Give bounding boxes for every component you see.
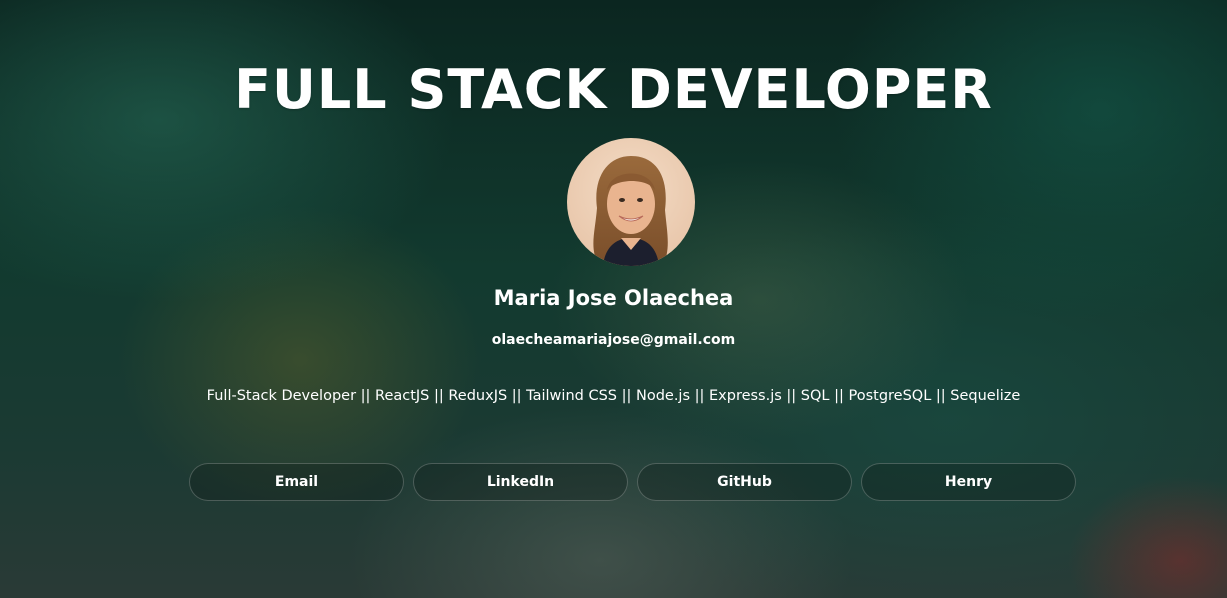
github-button[interactable]: GitHub [637, 463, 852, 501]
social-links: Email LinkedIn GitHub Henry [189, 463, 1076, 503]
profile-headline: Full-Stack Developer || ReactJS || Redux… [206, 388, 1021, 404]
profile-name: Maria Jose Olaechea [493, 286, 734, 310]
email-button[interactable]: Email [189, 463, 404, 501]
linkedin-button[interactable]: LinkedIn [413, 463, 628, 501]
profile-email: olaecheamariajose@gmail.com [491, 332, 736, 348]
avatar [567, 138, 695, 266]
profile-photo-icon [567, 138, 695, 266]
page-title: FULL STACK DEVELOPER [234, 58, 993, 121]
henry-button[interactable]: Henry [861, 463, 1076, 501]
